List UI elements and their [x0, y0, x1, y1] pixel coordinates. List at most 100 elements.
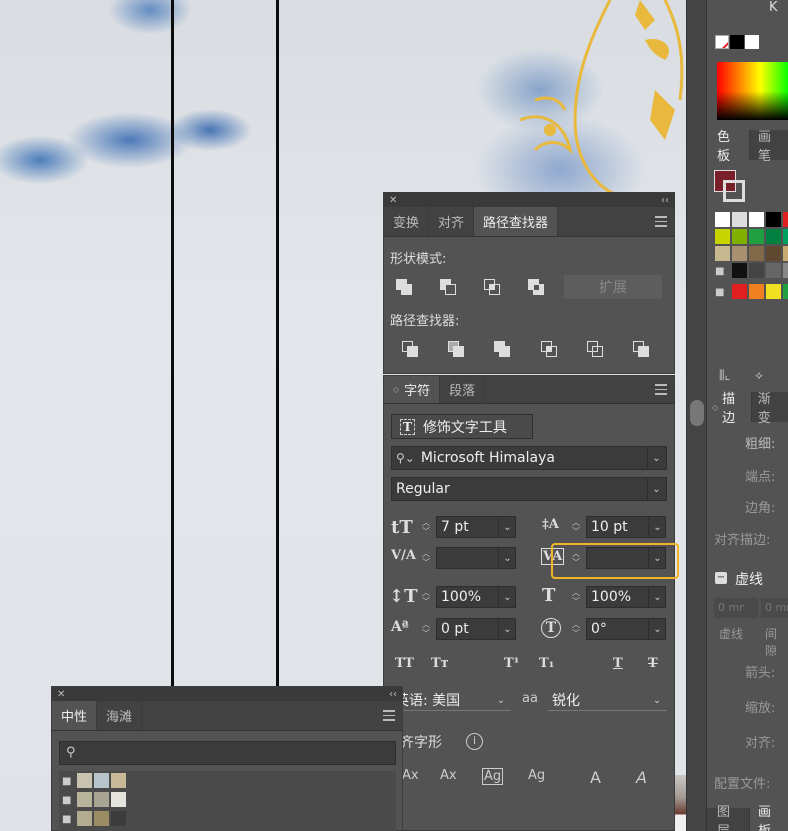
font-style-field[interactable]: Regular: [391, 477, 667, 501]
swatch[interactable]: [749, 263, 764, 278]
close-icon[interactable]: ✕: [57, 689, 65, 700]
superscript-button[interactable]: T¹: [504, 656, 519, 671]
strikethrough-button[interactable]: T: [648, 656, 658, 671]
chevron-down-icon[interactable]: ⌄: [648, 586, 666, 608]
chevron-down-icon[interactable]: ⌄: [647, 447, 665, 469]
swatch[interactable]: [94, 773, 109, 788]
swatch[interactable]: [111, 792, 126, 807]
none-swatch[interactable]: [715, 35, 729, 49]
chevron-down-icon[interactable]: ⌄: [648, 618, 666, 640]
swatch[interactable]: [77, 773, 92, 788]
tab-pathfinder[interactable]: 路径查找器: [474, 207, 559, 236]
dock-scrollbar-thumb[interactable]: [690, 400, 704, 426]
tab-transform[interactable]: 变换: [384, 207, 430, 236]
swatch[interactable]: [732, 229, 747, 244]
swatch[interactable]: [111, 773, 126, 788]
touch-type-tool-button[interactable]: T 修饰文字工具: [391, 414, 533, 439]
swatch[interactable]: [94, 811, 109, 826]
tab-neutral[interactable]: 中性: [52, 701, 98, 730]
color-spectrum[interactable]: [717, 62, 788, 120]
swatch-search-input[interactable]: ⚲: [59, 741, 396, 765]
minus-front-icon[interactable]: [440, 279, 456, 299]
swatch[interactable]: [766, 246, 781, 261]
swatch[interactable]: [783, 284, 788, 299]
all-caps-button[interactable]: TT: [395, 656, 414, 671]
snap-anchor-icon[interactable]: A: [636, 768, 647, 787]
snap-proximity-icon[interactable]: Ag: [528, 768, 545, 783]
chevron-down-icon[interactable]: ⌄: [647, 478, 665, 500]
swatch[interactable]: [732, 263, 747, 278]
collapse-arrows-icon[interactable]: ◇: [712, 403, 718, 412]
gap-field[interactable]: 0 mr: [761, 598, 788, 618]
snap-xheight-icon[interactable]: Ax: [440, 768, 457, 783]
swatch[interactable]: [732, 284, 747, 299]
divide-icon[interactable]: [402, 341, 418, 361]
stroke-swatch[interactable]: [723, 180, 745, 202]
chevron-down-icon[interactable]: ⌄: [648, 689, 666, 711]
swatch-libraries-icon[interactable]: ⫼⌞: [719, 368, 730, 383]
swatch[interactable]: [715, 246, 730, 261]
swatch[interactable]: [732, 246, 747, 261]
close-icon[interactable]: ✕: [389, 195, 397, 206]
exclude-icon[interactable]: [528, 279, 544, 299]
stepper-arrows[interactable]: ︿ ﹀: [418, 618, 434, 640]
tab-align[interactable]: 对齐: [429, 207, 475, 236]
panel-menu-icon[interactable]: [376, 701, 402, 730]
swatch-options-icon[interactable]: ⟡: [755, 368, 763, 383]
crop-icon[interactable]: [541, 341, 557, 361]
swatch[interactable]: [749, 212, 764, 227]
collapse-icon[interactable]: ‹‹: [661, 195, 669, 206]
collapse-icon[interactable]: ‹‹: [389, 689, 397, 700]
dash-field[interactable]: 0 mr: [714, 598, 758, 618]
tab-layers[interactable]: 图层: [707, 805, 750, 831]
swatch[interactable]: [715, 229, 730, 244]
snap-glyph-bounds-icon[interactable]: Ag: [482, 768, 504, 785]
swatch[interactable]: [749, 229, 764, 244]
none-swatch[interactable]: [715, 212, 730, 227]
swatch[interactable]: [749, 284, 764, 299]
registration-swatch[interactable]: [732, 212, 747, 227]
snap-baseline-icon[interactable]: Ax: [402, 768, 419, 783]
tab-stroke[interactable]: ◇ 描边: [707, 392, 752, 426]
stepper-arrows[interactable]: ︿ ﹀: [418, 547, 434, 569]
swatch[interactable]: [77, 811, 92, 826]
panel-menu-icon[interactable]: [648, 207, 674, 236]
tab-gradient[interactable]: 渐变: [752, 392, 788, 426]
chevron-down-icon[interactable]: ⌄: [492, 689, 510, 711]
outline-icon[interactable]: [587, 341, 603, 361]
tab-beach[interactable]: 海滩: [97, 701, 143, 730]
panel-header[interactable]: ✕ ‹‹: [52, 687, 402, 701]
trim-icon[interactable]: [448, 341, 464, 361]
tab-paragraph[interactable]: 段落: [440, 376, 486, 403]
swatch[interactable]: [766, 263, 781, 278]
swatch[interactable]: [783, 212, 788, 227]
stepper-arrows[interactable]: ︿ ﹀: [418, 516, 434, 538]
swatch[interactable]: [111, 811, 126, 826]
panel-header[interactable]: ✕ ‹‹: [384, 193, 674, 207]
chevron-down-icon[interactable]: ⌄: [498, 547, 516, 569]
swatch[interactable]: [783, 246, 788, 261]
swatch[interactable]: [766, 212, 781, 227]
small-caps-button[interactable]: Tт: [431, 656, 449, 671]
chevron-down-icon[interactable]: ⌄: [648, 516, 666, 538]
expand-button[interactable]: 扩展: [564, 275, 662, 299]
dashed-checkbox[interactable]: −: [715, 572, 727, 584]
chevron-down-icon[interactable]: ⌄: [498, 586, 516, 608]
stepper-arrows[interactable]: ︿ ﹀: [568, 618, 584, 640]
white-swatch[interactable]: [745, 35, 759, 49]
swatch[interactable]: [766, 284, 781, 299]
chevron-down-icon[interactable]: ⌄: [498, 516, 516, 538]
unite-icon[interactable]: [396, 279, 412, 299]
merge-icon[interactable]: [494, 341, 510, 361]
swatch[interactable]: [783, 263, 788, 278]
tab-artboards[interactable]: 画板: [750, 805, 788, 831]
panel-menu-icon[interactable]: [648, 376, 674, 403]
swatch[interactable]: [783, 229, 788, 244]
underline-button[interactable]: T: [613, 656, 623, 671]
subscript-button[interactable]: T₁: [539, 656, 554, 671]
stepper-arrows[interactable]: ︿ ﹀: [418, 586, 434, 608]
tab-brushes[interactable]: 画笔: [750, 130, 788, 164]
collapse-arrows-icon[interactable]: ◇: [393, 385, 399, 394]
intersect-icon[interactable]: [484, 279, 500, 299]
swatch[interactable]: [77, 792, 92, 807]
